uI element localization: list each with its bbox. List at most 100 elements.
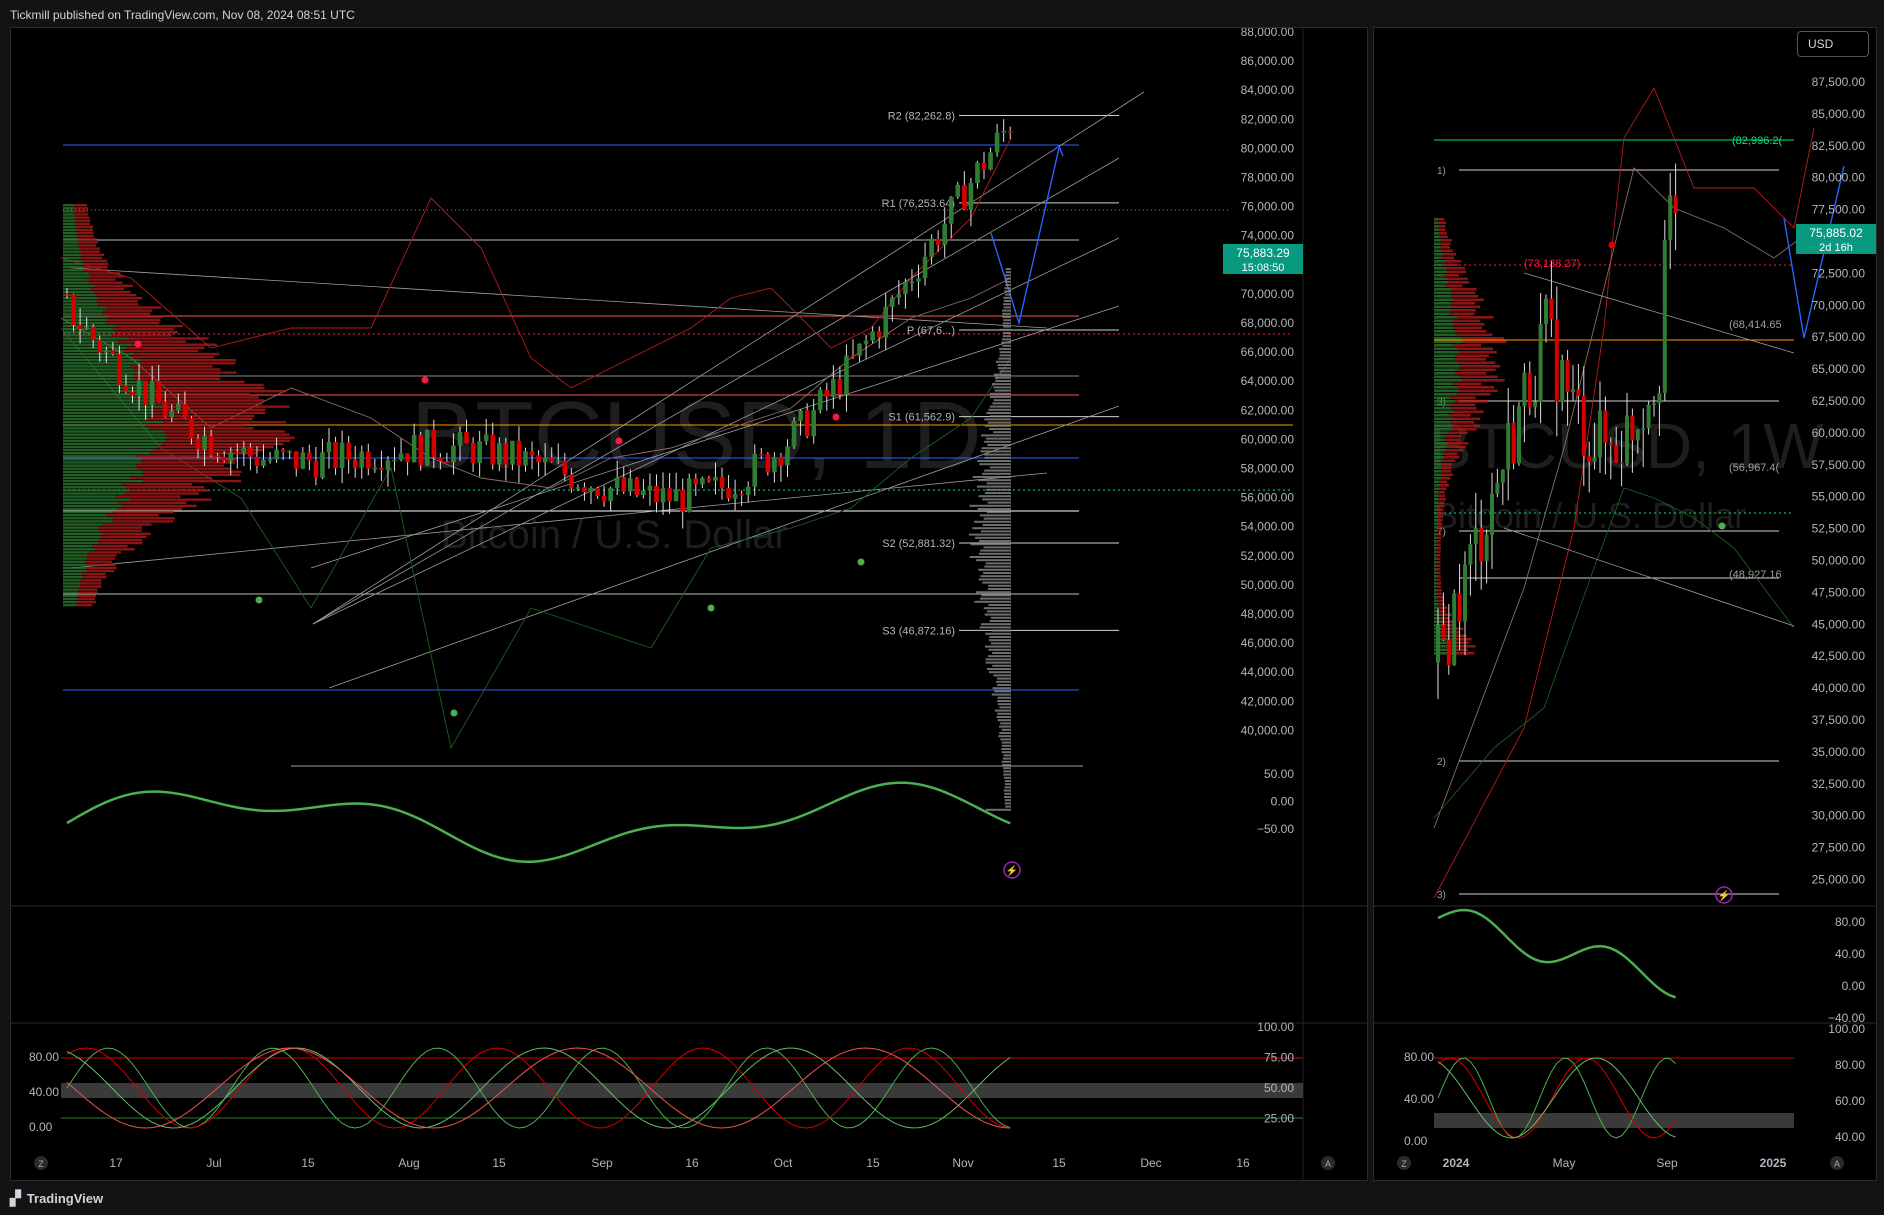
candle-body[interactable] bbox=[588, 488, 594, 493]
trend-line[interactable] bbox=[1523, 272, 1795, 354]
trend-line[interactable] bbox=[70, 267, 1048, 329]
candle-body[interactable] bbox=[798, 410, 803, 421]
candle-body[interactable] bbox=[143, 380, 148, 406]
candle-body[interactable] bbox=[1598, 410, 1602, 458]
candle-body[interactable] bbox=[1463, 564, 1467, 622]
candle-body[interactable] bbox=[1544, 298, 1548, 325]
candle-body[interactable] bbox=[1668, 195, 1673, 240]
candle-body[interactable] bbox=[817, 389, 823, 411]
candle-body[interactable] bbox=[195, 438, 201, 450]
candle-body[interactable] bbox=[536, 455, 541, 463]
candle-body[interactable] bbox=[182, 403, 188, 419]
candle-body[interactable] bbox=[1457, 593, 1462, 622]
candle-body[interactable] bbox=[1635, 429, 1640, 441]
candle-body[interactable] bbox=[896, 294, 902, 298]
candle-body[interactable] bbox=[267, 459, 273, 461]
candle-body[interactable] bbox=[693, 478, 699, 485]
candle-body[interactable] bbox=[1506, 422, 1511, 470]
candle-body[interactable] bbox=[680, 489, 685, 512]
candle-body[interactable] bbox=[228, 452, 234, 461]
candle-body[interactable] bbox=[431, 429, 437, 458]
candle-body[interactable] bbox=[1581, 395, 1586, 457]
candle-body[interactable] bbox=[837, 379, 843, 395]
candle-body[interactable] bbox=[772, 456, 777, 473]
candle-body[interactable] bbox=[1646, 404, 1651, 429]
candle-body[interactable] bbox=[601, 496, 607, 502]
daily-chart-svg[interactable]: BTCUSD, 1D Bitcoin / U.S. Dollar R2 (82,… bbox=[11, 28, 1367, 1180]
candle-body[interactable] bbox=[850, 355, 856, 358]
candle-body[interactable] bbox=[667, 488, 672, 502]
candle-body[interactable] bbox=[778, 456, 784, 466]
candle-body[interactable] bbox=[988, 152, 993, 170]
candle-body[interactable] bbox=[916, 278, 921, 282]
candle-body[interactable] bbox=[64, 293, 70, 296]
candle-body[interactable] bbox=[752, 453, 758, 487]
candle-body[interactable] bbox=[824, 389, 830, 397]
candle-body[interactable] bbox=[300, 452, 306, 469]
candle-body[interactable] bbox=[510, 440, 515, 465]
candle-body[interactable] bbox=[628, 478, 633, 492]
weekly-chart-svg[interactable]: BTCUSD, 1W Bitcoin / U.S. Dollar (82,996… bbox=[1374, 28, 1876, 1180]
candle-body[interactable] bbox=[123, 385, 129, 392]
candle-body[interactable] bbox=[1603, 410, 1608, 443]
candle-body[interactable] bbox=[857, 343, 862, 356]
candle-body[interactable] bbox=[942, 223, 947, 245]
candle-body[interactable] bbox=[647, 485, 653, 491]
candle-body[interactable] bbox=[1608, 442, 1613, 446]
candle-body[interactable] bbox=[765, 454, 771, 473]
candle-body[interactable] bbox=[890, 297, 895, 307]
candle-body[interactable] bbox=[1662, 239, 1667, 393]
candle-body[interactable] bbox=[785, 446, 790, 466]
candle-body[interactable] bbox=[1554, 319, 1559, 402]
candle-body[interactable] bbox=[1549, 298, 1554, 320]
candle-body[interactable] bbox=[359, 451, 365, 468]
candle-body[interactable] bbox=[732, 493, 738, 499]
candle-body[interactable] bbox=[660, 488, 666, 503]
candle-body[interactable] bbox=[274, 449, 279, 460]
candle-body[interactable] bbox=[523, 451, 528, 466]
candle-body[interactable] bbox=[149, 380, 155, 406]
candle-body[interactable] bbox=[621, 477, 627, 492]
candle-body[interactable] bbox=[1484, 534, 1489, 562]
candle-body[interactable] bbox=[1479, 528, 1484, 562]
candle-body[interactable] bbox=[287, 451, 292, 453]
candle-body[interactable] bbox=[1673, 195, 1678, 214]
candle-body[interactable] bbox=[555, 460, 561, 463]
candle-body[interactable] bbox=[929, 238, 934, 257]
candle-body[interactable] bbox=[1571, 389, 1575, 393]
candle-body[interactable] bbox=[1490, 493, 1494, 535]
candle-body[interactable] bbox=[1533, 401, 1538, 408]
candle-body[interactable] bbox=[169, 410, 175, 418]
candle-body[interactable] bbox=[1446, 639, 1451, 666]
candle-body[interactable] bbox=[641, 490, 646, 496]
candle-body[interactable] bbox=[745, 486, 751, 496]
candle-body[interactable] bbox=[1517, 406, 1521, 464]
candle-body[interactable] bbox=[307, 452, 312, 461]
candle-body[interactable] bbox=[241, 447, 247, 454]
candle-body[interactable] bbox=[117, 354, 122, 386]
candle-body[interactable] bbox=[948, 196, 954, 224]
candle-body[interactable] bbox=[392, 459, 397, 462]
candle-body[interactable] bbox=[1527, 372, 1532, 408]
candle-body[interactable] bbox=[831, 379, 836, 397]
candle-body[interactable] bbox=[1657, 392, 1662, 404]
candle-body[interactable] bbox=[418, 435, 423, 466]
candle-body[interactable] bbox=[352, 459, 358, 468]
candle-body[interactable] bbox=[71, 294, 76, 326]
candle-body[interactable] bbox=[1576, 389, 1581, 396]
candle-body[interactable] bbox=[726, 487, 731, 499]
currency-button[interactable]: USD bbox=[1797, 31, 1869, 57]
candle-body[interactable] bbox=[673, 489, 679, 502]
candle-body[interactable] bbox=[608, 487, 613, 502]
candle-body[interactable] bbox=[464, 431, 469, 443]
candle-body[interactable] bbox=[189, 418, 194, 439]
candle-body[interactable] bbox=[994, 132, 1000, 153]
candle-body[interactable] bbox=[1441, 624, 1446, 640]
candle-body[interactable] bbox=[136, 380, 142, 396]
candle-body[interactable] bbox=[366, 451, 371, 469]
candle-body[interactable] bbox=[130, 391, 135, 396]
candle-body[interactable] bbox=[110, 350, 116, 355]
candle-body[interactable] bbox=[1630, 415, 1635, 441]
candle-body[interactable] bbox=[1495, 482, 1500, 494]
candle-body[interactable] bbox=[883, 306, 889, 338]
